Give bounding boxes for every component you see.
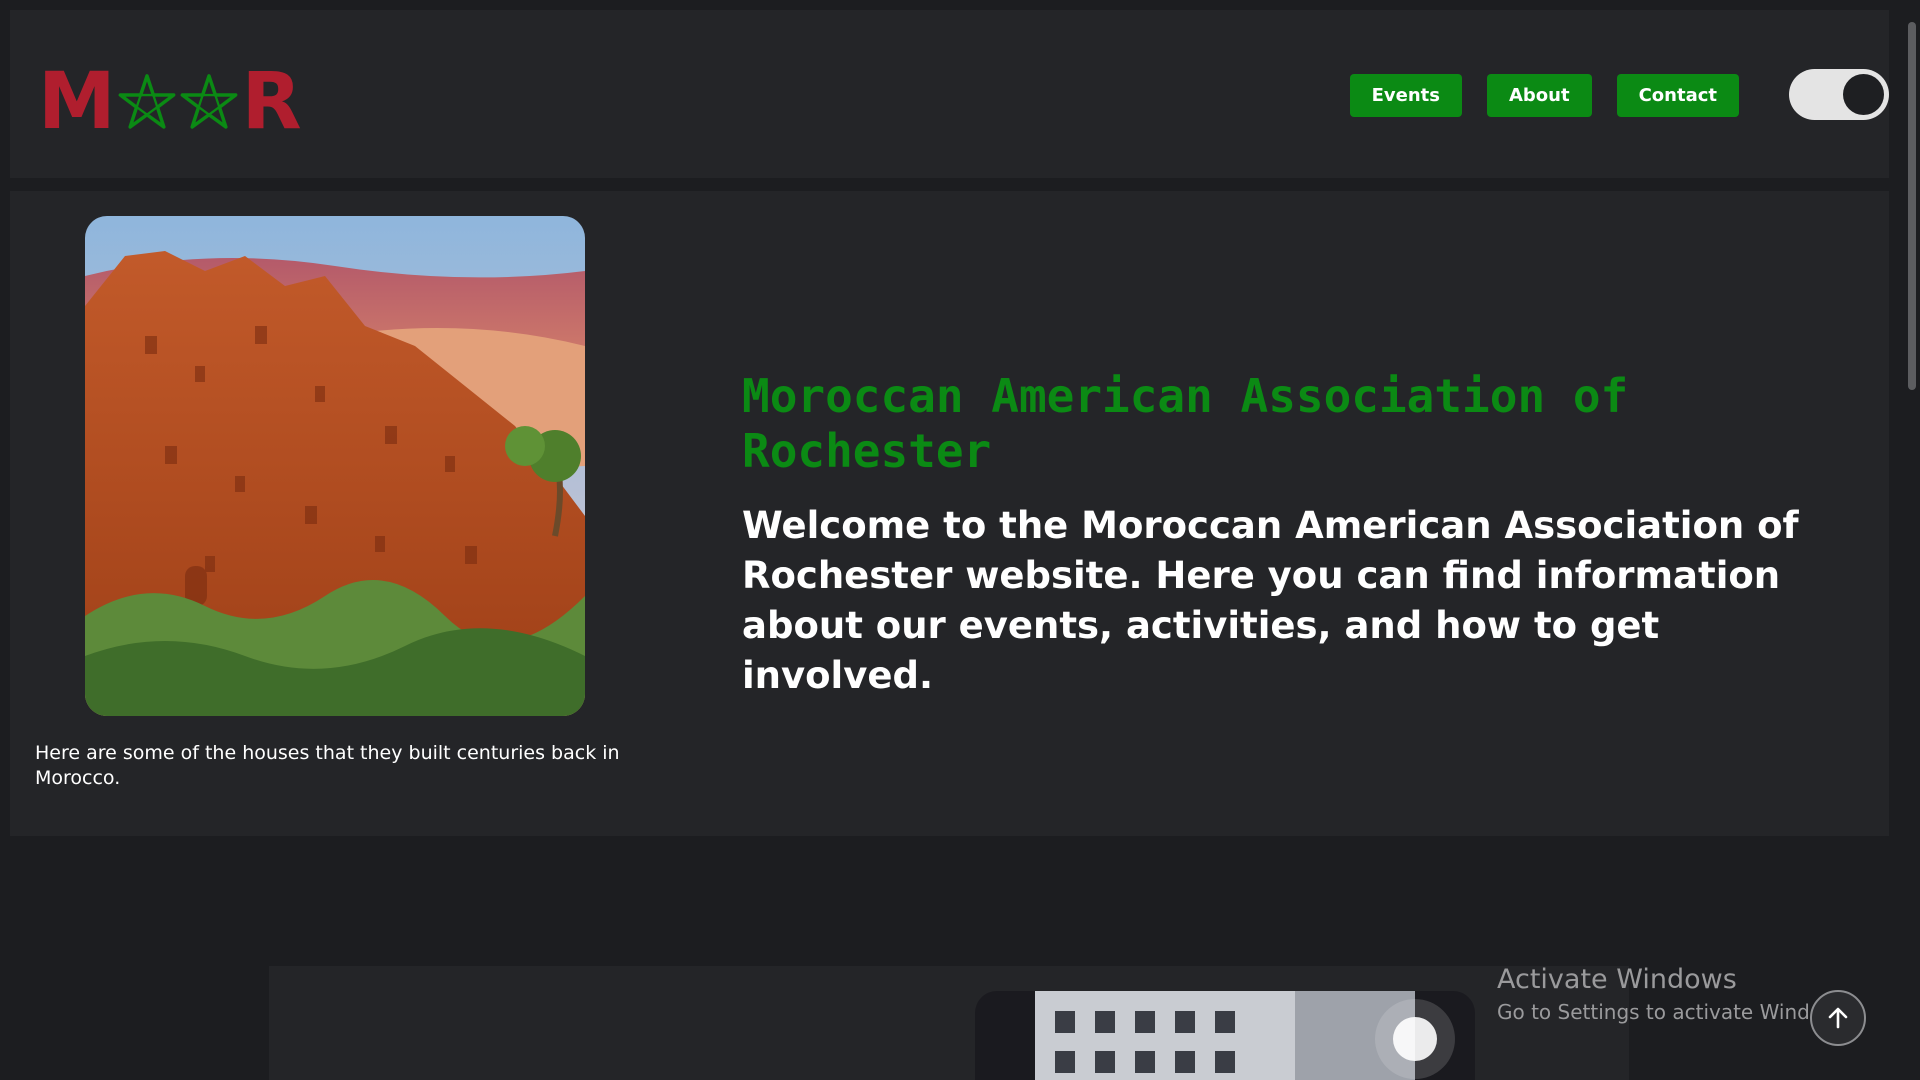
nav-events-button[interactable]: Events [1349,74,1462,117]
activate-windows-title: Activate Windows [1497,964,1737,995]
events-section [269,966,1629,1080]
activate-windows-subtitle: Go to Settings to activate Windows. [1497,1000,1856,1024]
logo-letter-r: R [241,57,302,147]
hero-section: Here are some of the houses that they bu… [10,191,1889,836]
scrollbar-thumb[interactable] [1908,22,1916,390]
theme-toggle-knob [1843,74,1884,115]
activate-windows-watermark: Activate Windows Go to Settings to activ… [1497,962,1855,1026]
back-to-top-button[interactable] [1810,990,1866,1046]
welcome-text: Welcome to the Moroccan American Associa… [742,504,1799,697]
page-title: Moroccan American Association of Rochest… [742,369,1629,478]
street-night-photo [975,991,1475,1080]
page: M R Events About Contact Here are some o… [0,0,1920,1080]
logo-letter-m: M [38,57,116,147]
main-nav: Events About Contact [1349,74,1739,117]
hero-image-caption: Here are some of the houses that they bu… [35,742,620,789]
pentagram-star-icon [118,74,176,129]
nav-about-button[interactable]: About [1486,74,1592,117]
page-scrollbar[interactable] [1902,0,1920,1080]
arrow-up-icon [1828,1007,1848,1029]
pentagram-star-icon [180,74,238,129]
theme-toggle[interactable] [1789,69,1889,120]
kasbah-photo [85,216,585,716]
site-header: M R Events About Contact [10,10,1889,178]
nav-contact-button[interactable]: Contact [1616,74,1739,117]
site-logo[interactable]: M R [38,52,302,152]
